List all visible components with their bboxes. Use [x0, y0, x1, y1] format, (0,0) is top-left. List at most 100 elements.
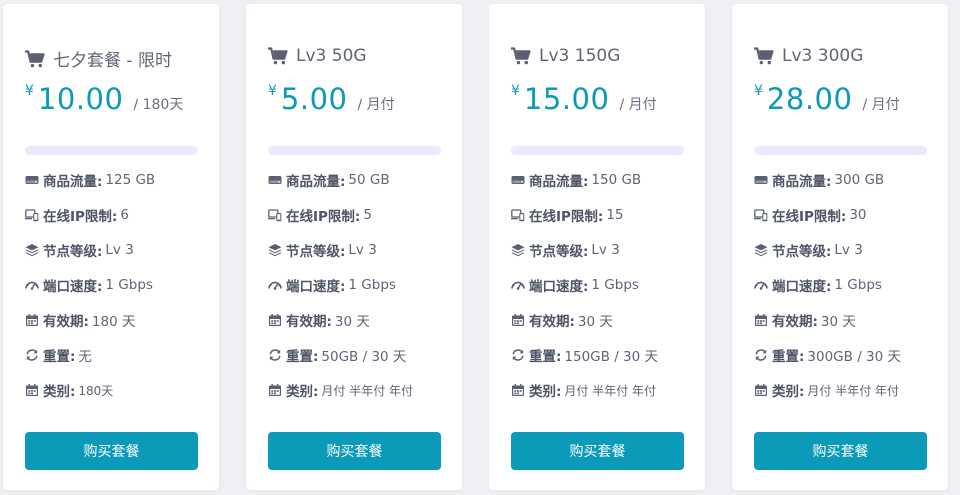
feature-label: 商品流量: — [529, 174, 589, 190]
feature-ip-limit: 在线IP限制: 6 — [25, 205, 129, 225]
feature-value: 5 — [363, 207, 372, 223]
buy-plan-button[interactable]: 购买套餐 — [25, 432, 198, 470]
progress-bar — [25, 146, 198, 155]
feature-value: Lv 3 — [348, 242, 377, 258]
feature-ip-limit: 在线IP限制: 15 — [511, 205, 624, 225]
feature-label: 端口速度: — [772, 279, 832, 295]
feature-value: 15 — [606, 207, 624, 223]
calendar-icon — [511, 313, 525, 327]
feature-speed: 端口速度: 1 Gbps — [25, 275, 153, 295]
feature-value: 6 — [120, 207, 129, 223]
plan-title-text: Lv3 150G — [539, 46, 621, 66]
feature-label: 节点等级: — [529, 244, 589, 260]
feature-reset: 重置: 300GB / 30 天 — [754, 345, 901, 365]
feature-label: 重置: — [772, 349, 805, 365]
buy-plan-button[interactable]: 购买套餐 — [754, 432, 927, 470]
feature-value: Lv 3 — [105, 242, 134, 258]
feature-value: 180 天 — [91, 314, 136, 330]
feature-level: 节点等级: Lv 3 — [511, 240, 620, 260]
feature-label: 在线IP限制: — [772, 209, 847, 225]
plan-price: ¥ 10.00 / 180天 — [25, 82, 183, 116]
buy-plan-button[interactable]: 购买套餐 — [268, 432, 441, 470]
feature-value: 1 Gbps — [834, 277, 882, 293]
feature-value: 无 — [78, 349, 92, 365]
price-period: / 月付 — [619, 97, 657, 113]
cart-icon — [511, 47, 531, 65]
feature-label: 重置: — [529, 349, 562, 365]
devices-icon — [511, 208, 525, 222]
feature-label: 端口速度: — [43, 279, 103, 295]
speedometer-icon — [268, 278, 282, 292]
calendar-icon — [268, 383, 282, 397]
feature-level: 节点等级: Lv 3 — [754, 240, 863, 260]
feature-label: 在线IP限制: — [286, 209, 361, 225]
currency-symbol: ¥ — [511, 83, 520, 99]
currency-symbol: ¥ — [754, 83, 763, 99]
layers-icon — [25, 243, 39, 257]
feature-value: Lv 3 — [591, 242, 620, 258]
feature-value: 月付 半年付 年付 — [807, 383, 900, 398]
cart-icon — [268, 47, 288, 65]
layers-icon — [754, 243, 768, 257]
feature-label: 类别: — [772, 384, 805, 400]
feature-validity: 有效期: 180 天 — [25, 310, 135, 330]
feature-value: 125 GB — [105, 172, 156, 188]
devices-icon — [25, 208, 39, 222]
hard-drive-icon — [268, 173, 282, 187]
devices-icon — [754, 208, 768, 222]
sync-icon — [754, 348, 768, 362]
feature-value: 50GB / 30 天 — [321, 349, 407, 365]
feature-reset: 重置: 150GB / 30 天 — [511, 345, 658, 365]
buy-plan-button[interactable]: 购买套餐 — [511, 432, 684, 470]
feature-label: 重置: — [286, 349, 319, 365]
plan-card: 七夕套餐 - 限时 ¥ 10.00 / 180天 商品流量: 125 GB 在线… — [3, 4, 219, 490]
feature-label: 有效期: — [286, 314, 332, 330]
feature-value: 50 GB — [348, 172, 390, 188]
feature-value: 30 天 — [334, 314, 370, 330]
feature-speed: 端口速度: 1 Gbps — [511, 275, 639, 295]
hard-drive-icon — [25, 173, 39, 187]
sync-icon — [268, 348, 282, 362]
feature-label: 有效期: — [43, 314, 89, 330]
feature-value: 300 GB — [834, 172, 885, 188]
feature-level: 节点等级: Lv 3 — [25, 240, 134, 260]
speedometer-icon — [511, 278, 525, 292]
feature-ip-limit: 在线IP限制: 30 — [754, 205, 867, 225]
feature-value: 150GB / 30 天 — [564, 349, 658, 365]
plan-title-text: Lv3 50G — [296, 46, 367, 66]
price-period: / 月付 — [862, 97, 900, 113]
feature-validity: 有效期: 30 天 — [754, 310, 856, 330]
currency-symbol: ¥ — [25, 83, 34, 99]
feature-value: 月付 半年付 年付 — [564, 383, 657, 398]
price-amount: 15.00 — [523, 82, 610, 116]
feature-traffic: 商品流量: 50 GB — [268, 170, 390, 190]
calendar-icon — [25, 383, 39, 397]
feature-value: 1 Gbps — [348, 277, 396, 293]
plan-title: Lv3 50G — [268, 46, 367, 66]
hard-drive-icon — [511, 173, 525, 187]
calendar-icon — [268, 313, 282, 327]
feature-speed: 端口速度: 1 Gbps — [268, 275, 396, 295]
calendar-icon — [754, 383, 768, 397]
hard-drive-icon — [754, 173, 768, 187]
feature-reset: 重置: 50GB / 30 天 — [268, 345, 406, 365]
feature-value: 30 天 — [577, 314, 613, 330]
calendar-icon — [25, 313, 39, 327]
feature-value: 180天 — [78, 383, 114, 398]
feature-value: 30 — [849, 207, 867, 223]
calendar-icon — [511, 383, 525, 397]
feature-level: 节点等级: Lv 3 — [268, 240, 377, 260]
feature-value: 1 Gbps — [105, 277, 153, 293]
progress-bar — [754, 146, 927, 155]
feature-speed: 端口速度: 1 Gbps — [754, 275, 882, 295]
feature-label: 节点等级: — [43, 244, 103, 260]
price-period: / 180天 — [133, 97, 184, 113]
feature-label: 节点等级: — [286, 244, 346, 260]
feature-ip-limit: 在线IP限制: 5 — [268, 205, 372, 225]
layers-icon — [511, 243, 525, 257]
feature-value: Lv 3 — [834, 242, 863, 258]
plan-title: Lv3 300G — [754, 46, 863, 66]
speedometer-icon — [754, 278, 768, 292]
plan-title: Lv3 150G — [511, 46, 620, 66]
feature-category: 类别: 月付 半年付 年付 — [511, 380, 656, 400]
